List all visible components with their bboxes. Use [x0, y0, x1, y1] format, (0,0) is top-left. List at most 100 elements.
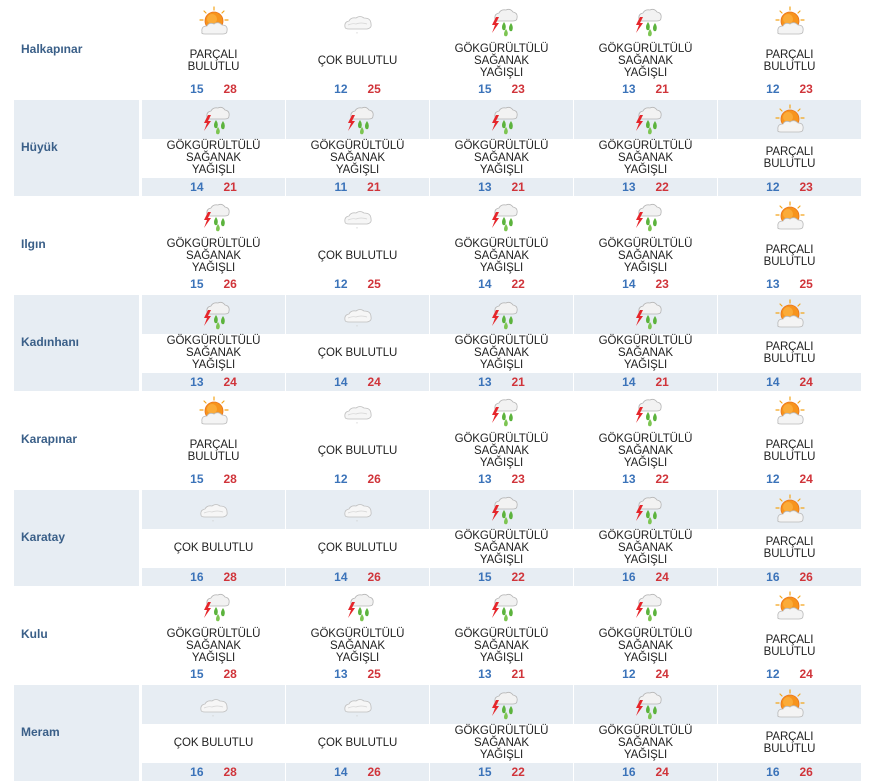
- district-name[interactable]: Hüyük: [21, 140, 58, 154]
- max-temp: 26: [367, 472, 381, 486]
- min-temp: 14: [334, 374, 348, 389]
- min-temp: 13: [622, 179, 636, 194]
- temperature-range: 12 23: [718, 80, 861, 98]
- cloudy-icon: [196, 493, 232, 525]
- condition-label: GÖKGÜRÜLTÜLÜ SAĞANAK YAĞIŞLI: [598, 530, 693, 566]
- district-name[interactable]: Halkapınar: [21, 42, 82, 56]
- min-temp: 12: [766, 667, 780, 681]
- min-temp: 13: [478, 667, 492, 681]
- min-temp: 12: [334, 472, 348, 486]
- temperature-range: 15 28: [142, 665, 285, 683]
- min-temp: 13: [622, 82, 636, 96]
- min-temp: 14: [622, 374, 636, 389]
- min-temp: 13: [334, 667, 348, 681]
- min-temp: 12: [334, 277, 348, 291]
- cloudy-icon: [340, 688, 376, 720]
- max-temp: 26: [799, 569, 813, 584]
- condition-text: GÖKGÜRÜLTÜLÜ SAĞANAK YAĞIŞLI: [574, 626, 717, 665]
- thunderstorm-icon: [196, 200, 232, 232]
- min-temp: 13: [190, 374, 204, 389]
- max-temp: 21: [511, 179, 525, 194]
- district-name-cell: Karatay: [14, 489, 139, 586]
- condition-text: GÖKGÜRÜLTÜLÜ SAĞANAK YAĞIŞLI: [142, 236, 285, 275]
- min-temp: 15: [190, 82, 204, 96]
- condition-text: GÖKGÜRÜLTÜLÜ SAĞANAK YAĞIŞLI: [574, 431, 717, 470]
- condition-text: GÖKGÜRÜLTÜLÜ SAĞANAK YAĞIŞLI: [430, 626, 573, 665]
- max-temp: 26: [799, 764, 813, 779]
- max-temp: 21: [511, 374, 525, 389]
- temperature-range: 15 22: [430, 568, 573, 586]
- condition-text: ÇOK BULUTLU: [142, 529, 285, 568]
- partly-cloudy-icon: [772, 688, 808, 720]
- max-temp: 28: [223, 764, 237, 779]
- condition-label: PARÇALI BULUTLU: [763, 146, 816, 170]
- forecast-day-cell: ÇOK BULUTLU 14 24: [286, 294, 429, 391]
- temperature-range: 15 26: [142, 275, 285, 293]
- max-temp: 22: [511, 764, 525, 779]
- max-temp: 26: [223, 277, 237, 291]
- min-temp: 15: [190, 277, 204, 291]
- forecast-day-cell: PARÇALI BULUTLU 12 23: [718, 2, 861, 98]
- cloudy-icon: [340, 298, 376, 330]
- max-temp: 21: [655, 374, 669, 389]
- max-temp: 22: [511, 569, 525, 584]
- forecast-day-cell: PARÇALI BULUTLU 16 26: [718, 684, 861, 781]
- forecast-day-cell: GÖKGÜRÜLTÜLÜ SAĞANAK YAĞIŞLI 12 24: [574, 587, 717, 683]
- condition-label: GÖKGÜRÜLTÜLÜ SAĞANAK YAĞIŞLI: [598, 725, 693, 761]
- district-name[interactable]: Kulu: [21, 627, 48, 641]
- temperature-range: 14 23: [574, 275, 717, 293]
- temperature-range: 12 26: [286, 470, 429, 488]
- min-temp: 16: [766, 764, 780, 779]
- temperature-range: 13 22: [574, 178, 717, 196]
- district-name-cell: Meram: [14, 684, 139, 781]
- condition-text: ÇOK BULUTLU: [286, 334, 429, 373]
- condition-text: GÖKGÜRÜLTÜLÜ SAĞANAK YAĞIŞLI: [430, 236, 573, 275]
- partly-cloudy-icon: [772, 493, 808, 525]
- partly-cloudy-icon: [772, 395, 808, 427]
- min-temp: 13: [622, 472, 636, 486]
- forecast-day-cell: GÖKGÜRÜLTÜLÜ SAĞANAK YAĞIŞLI 16 24: [574, 684, 717, 781]
- condition-label: GÖKGÜRÜLTÜLÜ SAĞANAK YAĞIŞLI: [454, 335, 549, 371]
- district-name[interactable]: Karapınar: [21, 432, 77, 446]
- condition-label: PARÇALI BULUTLU: [763, 633, 816, 658]
- condition-label: GÖKGÜRÜLTÜLÜ SAĞANAK YAĞIŞLI: [598, 140, 693, 176]
- condition-text: GÖKGÜRÜLTÜLÜ SAĞANAK YAĞIŞLI: [142, 334, 285, 373]
- max-temp: 22: [655, 179, 669, 194]
- temperature-range: 15 28: [142, 80, 285, 98]
- forecast-day-cell: PARÇALI BULUTLU 15 28: [142, 392, 285, 488]
- forecast-day-cell: GÖKGÜRÜLTÜLÜ SAĞANAK YAĞIŞLI 13 21: [574, 2, 717, 98]
- district-name[interactable]: Karatay: [21, 530, 65, 544]
- district-name-cell: Halkapınar: [14, 2, 139, 98]
- forecast-day-cell: GÖKGÜRÜLTÜLÜ SAĞANAK YAĞIŞLI 11 21: [286, 99, 429, 196]
- max-temp: 25: [367, 277, 381, 291]
- partly-cloudy-icon: [772, 5, 808, 37]
- condition-label: ÇOK BULUTLU: [317, 542, 398, 554]
- district-name-cell: Kulu: [14, 587, 139, 683]
- condition-text: GÖKGÜRÜLTÜLÜ SAĞANAK YAĞIŞLI: [286, 626, 429, 665]
- condition-text: GÖKGÜRÜLTÜLÜ SAĞANAK YAĞIŞLI: [142, 139, 285, 178]
- forecast-day-cell: GÖKGÜRÜLTÜLÜ SAĞANAK YAĞIŞLI 13 24: [142, 294, 285, 391]
- condition-label: PARÇALI BULUTLU: [763, 536, 816, 560]
- temperature-range: 13 21: [574, 80, 717, 98]
- min-temp: 13: [478, 179, 492, 194]
- forecast-day-cell: GÖKGÜRÜLTÜLÜ SAĞANAK YAĞIŞLI 15 22: [430, 684, 573, 781]
- thunderstorm-icon: [628, 688, 664, 720]
- forecast-day-cell: PARÇALI BULUTLU 16 26: [718, 489, 861, 586]
- temperature-range: 13 25: [718, 275, 861, 293]
- min-temp: 12: [766, 472, 780, 486]
- forecast-day-cell: GÖKGÜRÜLTÜLÜ SAĞANAK YAĞIŞLI 15 26: [142, 197, 285, 293]
- temperature-range: 12 25: [286, 80, 429, 98]
- max-temp: 28: [223, 82, 237, 96]
- district-name[interactable]: Kadınhanı: [21, 335, 79, 349]
- forecast-day-cell: GÖKGÜRÜLTÜLÜ SAĞANAK YAĞIŞLI 13 23: [430, 392, 573, 488]
- district-name[interactable]: Ilgın: [21, 237, 46, 251]
- forecast-day-cell: ÇOK BULUTLU 12 25: [286, 2, 429, 98]
- condition-text: PARÇALI BULUTLU: [142, 431, 285, 470]
- condition-text: GÖKGÜRÜLTÜLÜ SAĞANAK YAĞIŞLI: [574, 334, 717, 373]
- condition-label: GÖKGÜRÜLTÜLÜ SAĞANAK YAĞIŞLI: [454, 140, 549, 176]
- min-temp: 14: [622, 277, 636, 291]
- temperature-range: 15 28: [142, 470, 285, 488]
- district-name[interactable]: Meram: [21, 725, 60, 739]
- temperature-range: 13 25: [286, 665, 429, 683]
- max-temp: 24: [799, 667, 813, 681]
